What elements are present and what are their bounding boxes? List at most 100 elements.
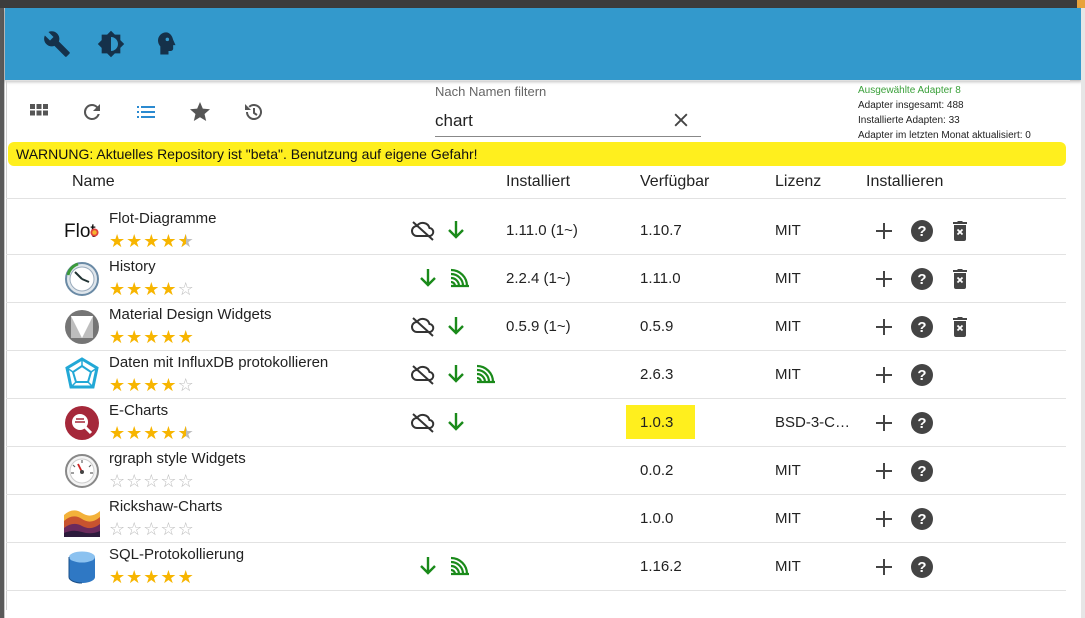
rating-stars: ★★★★★: [109, 327, 195, 347]
available-version: 1.11.0: [640, 270, 681, 287]
delete-icon[interactable]: [948, 267, 972, 291]
clear-filter-icon[interactable]: [671, 110, 691, 130]
help-icon[interactable]: ?: [910, 555, 934, 579]
column-header-install[interactable]: Installieren: [866, 173, 943, 191]
column-header-available[interactable]: Verfügbar: [640, 173, 709, 191]
adapter-name: Flot-Diagramme: [109, 210, 217, 227]
adapter-name: Material Design Widgets: [109, 306, 272, 323]
download-arrow-icon: [448, 413, 464, 431]
delete-icon[interactable]: [948, 219, 972, 243]
add-instance-icon[interactable]: [872, 411, 896, 435]
signal-quality-icon: [476, 364, 495, 384]
add-instance-icon[interactable]: [872, 507, 896, 531]
license: MIT: [775, 366, 801, 383]
table-row[interactable]: rgraph style Widgets ☆☆☆☆☆ 0.0.2 MIT ?: [6, 447, 1066, 495]
svg-text:?: ?: [917, 511, 926, 528]
rating-stars: ★★★★★: [109, 423, 195, 443]
app-bar: [5, 8, 1082, 80]
window-corner-badge: [1077, 0, 1085, 8]
list-view-icon[interactable]: [134, 100, 158, 124]
stats-total: Adapter insgesamt: 488: [858, 100, 964, 111]
help-icon[interactable]: ?: [910, 363, 934, 387]
table-row[interactable]: E-Charts ★★★★★ 1.0.3 BSD-3-C… ?: [6, 399, 1066, 447]
update-history-icon[interactable]: [242, 100, 266, 124]
grid-view-icon[interactable]: [27, 100, 51, 124]
rgraph-gauge-logo: [65, 454, 99, 488]
available-version: 0.5.9: [640, 318, 674, 335]
installed-version: 1.11.0 (1~): [506, 222, 578, 239]
add-instance-icon[interactable]: [872, 219, 896, 243]
license: MIT: [775, 558, 801, 575]
delete-icon[interactable]: [948, 315, 972, 339]
influxdb-logo: [65, 357, 99, 389]
stats-selected: Ausgewählte Adapter 8: [858, 85, 961, 96]
help-icon[interactable]: ?: [910, 459, 934, 483]
add-instance-icon[interactable]: [872, 459, 896, 483]
help-icon[interactable]: ?: [910, 267, 934, 291]
column-header-license[interactable]: Lizenz: [775, 173, 821, 191]
adapter-name: Daten mit InfluxDB protokollieren: [109, 354, 329, 371]
brightness-icon[interactable]: [97, 30, 125, 58]
table-row[interactable]: History ★★★★☆ 2.2.4 (1~) 1.11.0 MIT ?: [6, 255, 1066, 303]
help-icon[interactable]: ?: [910, 411, 934, 435]
name-filter-input[interactable]: [435, 106, 701, 137]
add-instance-icon[interactable]: [872, 363, 896, 387]
available-version: 2.6.3: [640, 366, 674, 383]
svg-text:?: ?: [917, 559, 926, 576]
cloud-off-icon: [411, 413, 435, 433]
rickshaw-chart-logo: [64, 501, 100, 537]
license: BSD-3-C…: [775, 414, 851, 431]
signal-quality-icon: [450, 556, 469, 576]
stats-updated: Adapter im letzten Monat aktualisiert: 0: [858, 130, 1031, 141]
star-filter-icon[interactable]: [188, 100, 212, 124]
help-icon[interactable]: ?: [910, 315, 934, 339]
rating-stars: ★★★★★: [109, 231, 195, 251]
table-row[interactable]: SQL-Protokollierung ★★★★★ 1.16.2 MIT ?: [6, 543, 1066, 591]
add-instance-icon[interactable]: [872, 315, 896, 339]
available-version: 1.16.2: [640, 558, 682, 575]
table-row[interactable]: Flot Flot-Diagramme ★★★★★ 1.11.0 (1~) 1.…: [6, 207, 1066, 255]
available-version: 0.0.2: [640, 462, 674, 479]
echarts-logo: [65, 406, 99, 440]
license: MIT: [775, 510, 801, 527]
table-row[interactable]: Rickshaw-Charts ☆☆☆☆☆ 1.0.0 MIT ?: [6, 495, 1066, 543]
download-arrow-icon: [448, 221, 464, 239]
download-arrow-icon: [448, 365, 464, 383]
svg-text:?: ?: [917, 271, 926, 288]
table-row[interactable]: Material Design Widgets ★★★★★ 0.5.9 (1~)…: [6, 303, 1066, 351]
window-scrollbar[interactable]: [1081, 8, 1085, 618]
svg-text:?: ?: [917, 367, 926, 384]
available-version: 1.0.0: [640, 510, 674, 527]
beta-warning-banner: WARNUNG: Aktuelles Repository ist "beta"…: [8, 142, 1066, 166]
installed-version: 2.2.4 (1~): [506, 270, 571, 287]
flot-logo-dot: [90, 228, 99, 237]
license: MIT: [775, 318, 801, 335]
rating-stars: ☆☆☆☆☆: [109, 519, 195, 539]
signal-quality-icon: [450, 268, 469, 288]
help-icon[interactable]: ?: [910, 507, 934, 531]
material-design-logo: [65, 310, 99, 344]
download-arrow-icon: [420, 557, 436, 575]
table-row[interactable]: Daten mit InfluxDB protokollieren ★★★★☆ …: [6, 351, 1066, 399]
help-icon[interactable]: ?: [910, 219, 934, 243]
history-clock-logo: [65, 262, 99, 296]
stats-installed: Installierte Adapten: 33: [858, 115, 960, 126]
cloud-off-icon: [411, 317, 435, 337]
cloud-off-icon: [411, 365, 435, 385]
filter-label: Nach Namen filtern: [435, 84, 547, 99]
add-instance-icon[interactable]: [872, 267, 896, 291]
adapter-name: Rickshaw-Charts: [109, 498, 223, 515]
wrench-icon[interactable]: [43, 30, 71, 58]
column-header-name[interactable]: Name: [72, 173, 115, 191]
sql-database-logo: [68, 551, 95, 584]
window-top-strip: [0, 0, 1085, 8]
rating-stars: ★★★★☆: [109, 279, 195, 299]
license: MIT: [775, 462, 801, 479]
adapter-name: rgraph style Widgets: [109, 450, 246, 467]
column-header-installed[interactable]: Installiert: [506, 173, 570, 191]
refresh-icon[interactable]: [80, 100, 104, 124]
expert-mode-head-icon[interactable]: [151, 30, 179, 58]
adapter-name: SQL-Protokollierung: [109, 546, 245, 563]
cloud-off-icon: [411, 221, 435, 241]
add-instance-icon[interactable]: [872, 555, 896, 579]
